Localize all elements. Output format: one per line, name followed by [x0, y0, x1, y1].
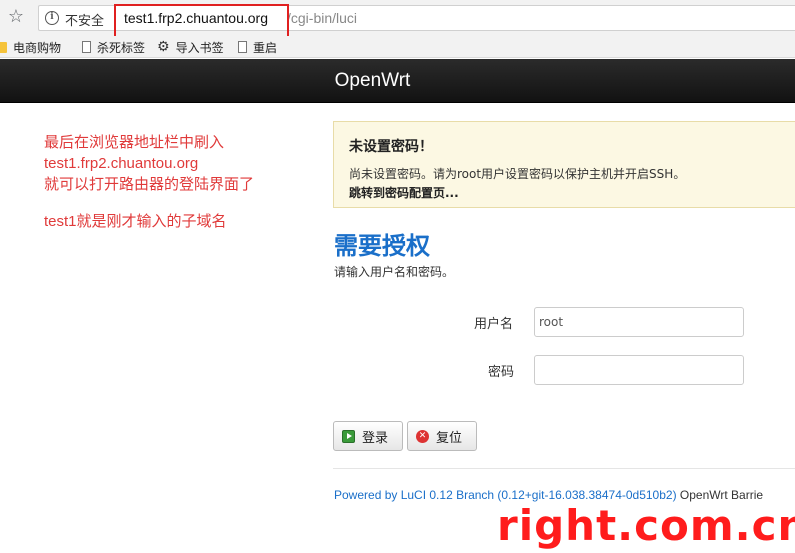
- password-config-link[interactable]: 跳转到密码配置页...: [349, 184, 795, 201]
- login-button[interactable]: 登录: [333, 421, 403, 451]
- url-path[interactable]: /cgi-bin/luci: [287, 10, 357, 26]
- footer-text: OpenWrt Barrie: [679, 488, 764, 502]
- apply-icon: [342, 429, 355, 443]
- bookmark-item[interactable]: ⚙ 导入书签: [157, 39, 224, 55]
- reset-button-label: 复位: [436, 430, 463, 446]
- openwrt-header: OpenWrt: [0, 59, 795, 103]
- luci-link[interactable]: Powered by LuCI 0.12 Branch (0.12+git-16…: [334, 488, 677, 502]
- annotation-line: 就可以打开路由器的登陆界面了: [44, 176, 255, 193]
- bookmark-item[interactable]: 电商购物: [0, 39, 61, 55]
- reset-icon: ✕: [416, 429, 429, 443]
- browser-toolbar: ☆ i 不安全 test1.frp2.chuantou.org /cgi-bin…: [0, 0, 795, 40]
- security-label[interactable]: 不安全: [65, 10, 104, 29]
- annotation-line: 最后在浏览器地址栏中刷入: [44, 134, 225, 151]
- page-icon: [82, 41, 91, 53]
- address-bar[interactable]: i 不安全 test1.frp2.chuantou.org /cgi-bin/l…: [38, 5, 795, 31]
- folder-icon: [0, 41, 7, 53]
- password-warning-alert: 未设置密码！ 尚未设置密码。请为root用户设置密码以保护主机并开启SSH。 跳…: [333, 121, 795, 208]
- username-input[interactable]: [534, 307, 744, 337]
- divider: [333, 468, 795, 469]
- footer: Powered by LuCI 0.12 Branch (0.12+git-16…: [334, 488, 763, 502]
- brand-title[interactable]: OpenWrt: [0, 59, 795, 103]
- login-button-label: 登录: [362, 430, 389, 446]
- bookmark-label: 电商购物: [13, 40, 62, 55]
- bookmark-label: 导入书签: [175, 40, 224, 55]
- annotation: 最后在浏览器地址栏中刷入 test1.frp2.chuantou.org 就可以…: [44, 132, 254, 232]
- bookmark-star-icon[interactable]: ☆: [6, 7, 26, 27]
- bookmark-label: 杀死标签: [97, 40, 146, 55]
- alert-title: 未设置密码！: [349, 139, 433, 155]
- bookmark-item[interactable]: 杀死标签: [82, 39, 145, 55]
- bookmarks-bar: 电商购物 杀死标签 ⚙ 导入书签 重启: [0, 36, 795, 58]
- alert-text: 尚未设置密码。请为root用户设置密码以保护主机并开启SSH。: [349, 167, 686, 181]
- page-subtitle: 请输入用户名和密码。: [334, 265, 455, 279]
- page-icon: [238, 41, 247, 53]
- password-input[interactable]: [534, 355, 744, 385]
- bookmark-item[interactable]: 重启: [238, 39, 277, 55]
- url-host[interactable]: test1.frp2.chuantou.org: [124, 10, 268, 26]
- info-icon[interactable]: i: [45, 11, 59, 25]
- watermark: right.com.cn: [497, 501, 795, 550]
- bookmark-label: 重启: [253, 40, 278, 55]
- page-title: 需要授权: [334, 232, 430, 260]
- password-label: 密码: [488, 365, 515, 380]
- username-label: 用户名: [474, 317, 514, 332]
- divider: [114, 10, 115, 27]
- annotation-note: test1就是刚才输入的子域名: [44, 213, 227, 230]
- annotation-line: test1.frp2.chuantou.org: [44, 155, 199, 172]
- gear-icon: ⚙: [157, 39, 170, 55]
- reset-button[interactable]: ✕ 复位: [407, 421, 477, 451]
